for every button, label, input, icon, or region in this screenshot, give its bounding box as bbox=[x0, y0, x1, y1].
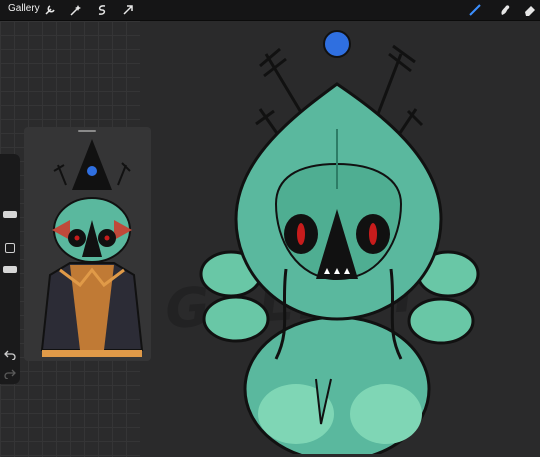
reference-window[interactable] bbox=[24, 127, 151, 361]
magic-wand-icon[interactable] bbox=[68, 3, 82, 17]
character-illustration bbox=[199, 30, 480, 454]
drawing-canvas[interactable]: GALEXY bbox=[0, 21, 540, 457]
redo-icon[interactable] bbox=[4, 366, 16, 380]
top-toolbar: Gallery bbox=[0, 0, 540, 21]
eyedropper-square-icon[interactable] bbox=[5, 243, 15, 253]
eraser-icon[interactable] bbox=[523, 3, 537, 17]
smudge-icon[interactable] bbox=[498, 3, 512, 17]
brush-icon[interactable] bbox=[468, 3, 482, 17]
transform-arrow-icon[interactable] bbox=[121, 3, 135, 17]
reference-drag-handle[interactable] bbox=[78, 130, 96, 132]
selection-icon[interactable] bbox=[95, 3, 109, 17]
reference-image bbox=[40, 139, 144, 357]
brush-size-slider[interactable] bbox=[3, 211, 17, 218]
gallery-button[interactable]: Gallery bbox=[8, 3, 40, 14]
left-sidebar bbox=[0, 154, 20, 384]
blue-orb bbox=[323, 30, 351, 58]
undo-icon[interactable] bbox=[4, 347, 16, 361]
wrench-icon[interactable] bbox=[43, 3, 57, 17]
opacity-slider[interactable] bbox=[3, 266, 17, 273]
